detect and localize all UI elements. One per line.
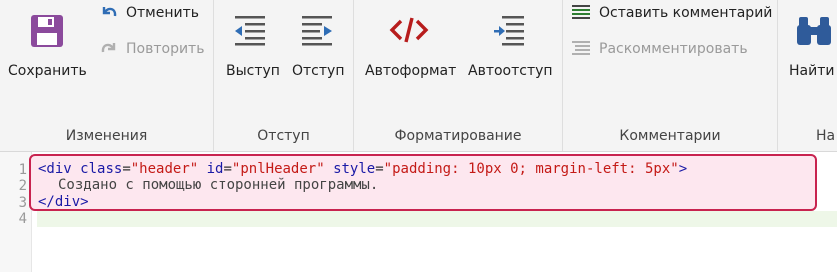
active-line-highlight (37, 211, 837, 227)
html-tag: <div (38, 161, 72, 177)
attribute-name: class (80, 161, 123, 177)
code-icon (389, 17, 429, 43)
indent-icon (302, 16, 332, 46)
save-label: Сохранить (8, 63, 87, 79)
line-number: 3 (18, 195, 27, 211)
separator (777, 0, 778, 151)
html-tag: > (678, 161, 688, 177)
indent-label: Отступ (292, 63, 345, 79)
attribute-value: "header" (130, 161, 199, 177)
find-button[interactable]: Найти (783, 0, 837, 125)
undo-label: Отменить (126, 5, 200, 21)
group-label-comments: Комментарии (619, 128, 721, 144)
redo-icon (101, 43, 116, 53)
line-number-gutter: 1 2 3 4 (0, 152, 32, 272)
attribute-name: style (333, 161, 376, 177)
line-number: 2 (18, 178, 27, 194)
indent-button[interactable]: Отступ (286, 0, 350, 125)
redo-button[interactable]: Повторить (100, 40, 204, 58)
group-label-indent: Отступ (257, 128, 310, 144)
group-label-formatting: Форматирование (394, 128, 522, 144)
attribute-name: id (206, 161, 224, 177)
save-button[interactable]: Сохранить (0, 0, 92, 125)
undo-button[interactable]: Отменить (100, 4, 199, 22)
outdent-button[interactable]: Выступ (219, 0, 283, 125)
autoindent-button[interactable]: Автоотступ (462, 0, 558, 125)
find-label: Найти (789, 63, 835, 79)
code-line-1: <div class="header" id="pnlHeader" style… (38, 161, 688, 177)
autoindent-label: Автоотступ (468, 63, 553, 79)
code-line-3: </div> (38, 194, 89, 210)
autoformat-button[interactable]: Автоформат (360, 0, 460, 125)
code-line-2: Создано с помощью сторонней программы. (58, 177, 379, 193)
save-icon (31, 15, 63, 47)
undo-icon (102, 7, 117, 17)
uncomment-icon (572, 41, 590, 55)
redo-label: Повторить (126, 41, 205, 57)
comment-label: Оставить комментарий (599, 5, 773, 21)
outdent-label: Выступ (226, 63, 280, 79)
line-number: 4 (18, 211, 27, 227)
outdent-icon (235, 16, 265, 46)
attribute-value: "pnlHeader" (231, 161, 325, 177)
group-label-cut: На (816, 128, 836, 144)
autoformat-label: Автоформат (365, 63, 457, 79)
ribbon-toolbar: Сохранить Отменить Повторить Изменения В… (0, 0, 837, 152)
code-editor[interactable]: 1 2 3 4 <div class="header" id="pnlHeade… (0, 152, 837, 272)
autoindent-icon (494, 16, 524, 46)
uncomment-label: Раскомментировать (599, 41, 748, 57)
comment-icon (572, 5, 590, 19)
attribute-value: "padding: 10px 0; margin-left: 5px" (383, 161, 679, 177)
uncomment-button[interactable]: Раскомментировать (571, 40, 748, 58)
binoculars-icon (797, 17, 831, 45)
line-number: 1 (18, 162, 27, 178)
group-label-changes: Изменения (65, 128, 148, 144)
comment-button[interactable]: Оставить комментарий (571, 4, 772, 22)
